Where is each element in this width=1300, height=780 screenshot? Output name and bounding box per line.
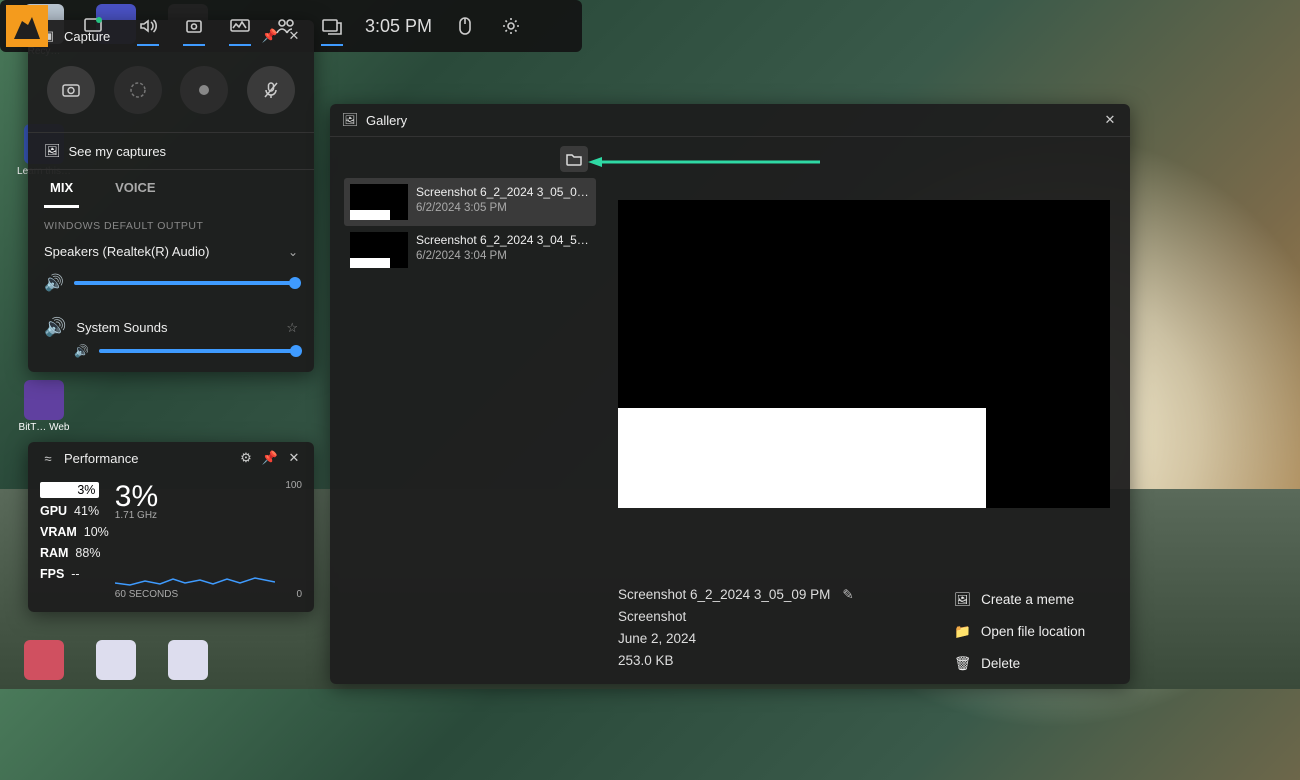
perf-stats: CPU 3% GPU 41% VRAM 10% RAM 88% FPS --: [40, 480, 109, 600]
annotation-arrow: [588, 156, 820, 168]
speaker-icon: 🔊: [44, 273, 64, 293]
see-captures-link[interactable]: 🖼 See my captures: [28, 132, 314, 170]
gallery-title: Gallery: [366, 113, 1094, 128]
perf-title: Performance: [64, 451, 230, 466]
delete-action[interactable]: 🗑Delete: [954, 648, 1085, 680]
folder-icon: 📁: [954, 616, 971, 648]
clock: 3:05 PM: [355, 16, 442, 37]
app-volume-slider[interactable]: [99, 349, 298, 353]
output-section-head: WINDOWS DEFAULT OUTPUT: [28, 208, 314, 238]
xbox-social-button[interactable]: [263, 0, 309, 52]
gallery-actions: 🖼Create a meme 📁Open file location 🗑Dele…: [954, 584, 1085, 680]
active-app-icon[interactable]: [6, 5, 48, 47]
close-icon[interactable]: ✕: [286, 450, 302, 466]
gallery-list: Screenshot 6_2_2024 3_05_0…6/2/2024 3:05…: [344, 178, 596, 274]
gallery-window: 🖼 Gallery ✕ Screenshot 6_2_2024 3_05_0…6…: [330, 104, 1130, 684]
audio-button[interactable]: [125, 0, 171, 52]
star-icon[interactable]: ☆: [286, 320, 298, 336]
record-button[interactable]: [180, 66, 228, 114]
gallery-item[interactable]: Screenshot 6_2_2024 3_04_5…6/2/2024 3:04…: [344, 226, 596, 274]
settings-button[interactable]: [488, 0, 534, 52]
widgets-button[interactable]: [70, 0, 116, 52]
trash-icon: 🗑: [954, 648, 971, 680]
app-name: System Sounds: [76, 320, 276, 335]
chevron-down-icon: ⌄: [288, 245, 298, 259]
thumbnail: [350, 232, 408, 268]
desktop-icon[interactable]: [86, 640, 146, 710]
perf-sparkline: [115, 539, 275, 589]
master-volume-slider[interactable]: [74, 281, 298, 285]
gallery-details: Screenshot 6_2_2024 3_05_09 PM ✎ Screens…: [618, 584, 854, 672]
performance-button[interactable]: [217, 0, 263, 52]
screenshot-button[interactable]: [47, 66, 95, 114]
capture-button[interactable]: [171, 0, 217, 52]
settings-icon[interactable]: ⚙: [238, 450, 254, 466]
gallery-item[interactable]: Screenshot 6_2_2024 3_05_0…6/2/2024 3:05…: [344, 178, 596, 226]
mic-button[interactable]: [247, 66, 295, 114]
game-bar-toolbar: › 3:05 PM: [0, 0, 582, 52]
output-device-row[interactable]: Speakers (Realtek(R) Audio) ⌄: [28, 238, 314, 273]
desktop-icon[interactable]: [14, 640, 74, 710]
perf-icon: ≈: [40, 450, 56, 466]
rename-icon[interactable]: ✎: [842, 584, 853, 606]
detail-filename: Screenshot 6_2_2024 3_05_09 PM: [618, 584, 830, 606]
speaker-icon: 🔊: [74, 344, 89, 358]
gallery-icon: 🖼: [44, 143, 61, 159]
meme-icon: 🖼: [954, 584, 971, 616]
speaker-icon: 🔊: [44, 317, 66, 338]
tab-voice[interactable]: VOICE: [109, 170, 161, 208]
gallery-icon: 🖼: [342, 112, 358, 128]
perf-big-value: 3%: [115, 480, 158, 514]
open-location-action[interactable]: 📁Open file location: [954, 616, 1085, 648]
gallery-toolbar: [560, 146, 588, 172]
thumbnail: [350, 184, 408, 220]
mouse-icon[interactable]: [442, 0, 488, 52]
performance-widget: ≈ Performance ⚙ 📌 ✕ CPU 3% GPU 41% VRAM …: [28, 442, 314, 612]
capture-widget: ▣ Capture 📌 ✕ 🖼 See my captures MIX VOIC…: [28, 20, 314, 372]
pin-icon[interactable]: 📌: [262, 450, 278, 466]
create-meme-action[interactable]: 🖼Create a meme: [954, 584, 1085, 616]
close-icon[interactable]: ✕: [1102, 112, 1118, 128]
open-folder-button[interactable]: [560, 146, 588, 172]
desktop-icon[interactable]: [158, 640, 218, 710]
record-last-button[interactable]: [114, 66, 162, 114]
gallery-preview: [618, 200, 1110, 508]
tab-mix[interactable]: MIX: [44, 170, 79, 208]
gallery-button[interactable]: [309, 0, 355, 52]
desktop-icon[interactable]: BitT… Web: [14, 380, 74, 450]
